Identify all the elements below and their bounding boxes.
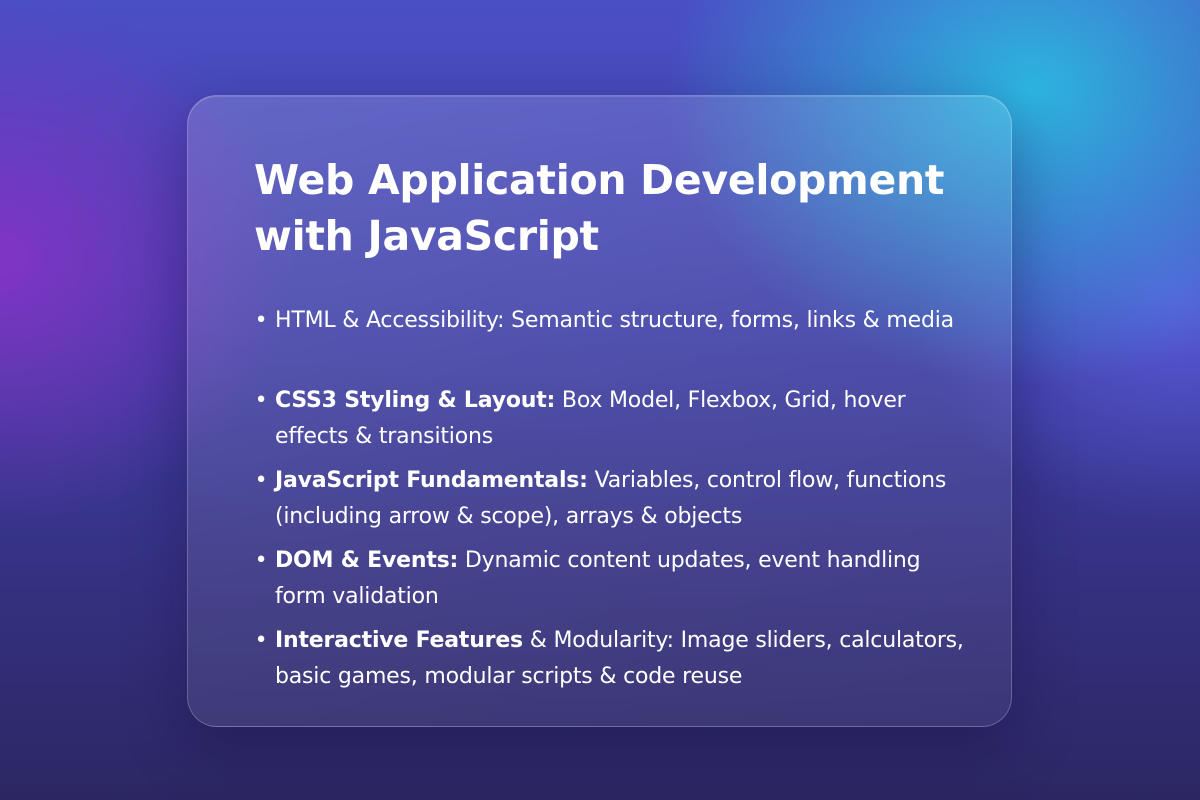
topic-item-css: • CSS3 Styling & Layout: Box Model, Flex… <box>254 383 974 455</box>
topic-lead: CSS3 Styling & Layout: <box>275 388 556 413</box>
topic-item-javascript: • JavaScript Fundamentals: Variables, co… <box>254 463 974 535</box>
bullet-icon: • <box>254 468 268 493</box>
topic-item-dom: • DOM & Events: Dynamic content updates,… <box>254 543 974 615</box>
topic-item-html: • HTML & Accessibility: Semantic structu… <box>254 303 974 375</box>
card-title: Web Application Development with JavaScr… <box>254 156 945 260</box>
content-card: Web Application Development with JavaScr… <box>187 95 1012 727</box>
topic-list: • HTML & Accessibility: Semantic structu… <box>254 303 974 703</box>
bullet-icon: • <box>254 308 268 333</box>
bullet-icon: • <box>254 388 268 413</box>
topic-lead: Interactive Features <box>275 628 523 653</box>
topic-text: HTML & Accessibility: Semantic structure… <box>275 308 954 333</box>
bullet-icon: • <box>254 548 268 573</box>
topic-lead: DOM & Events: <box>275 548 459 573</box>
topic-lead: JavaScript Fundamentals: <box>275 468 588 493</box>
topic-item-interactive: • Interactive Features & Modularity: Ima… <box>254 623 974 695</box>
bullet-icon: • <box>254 628 268 653</box>
